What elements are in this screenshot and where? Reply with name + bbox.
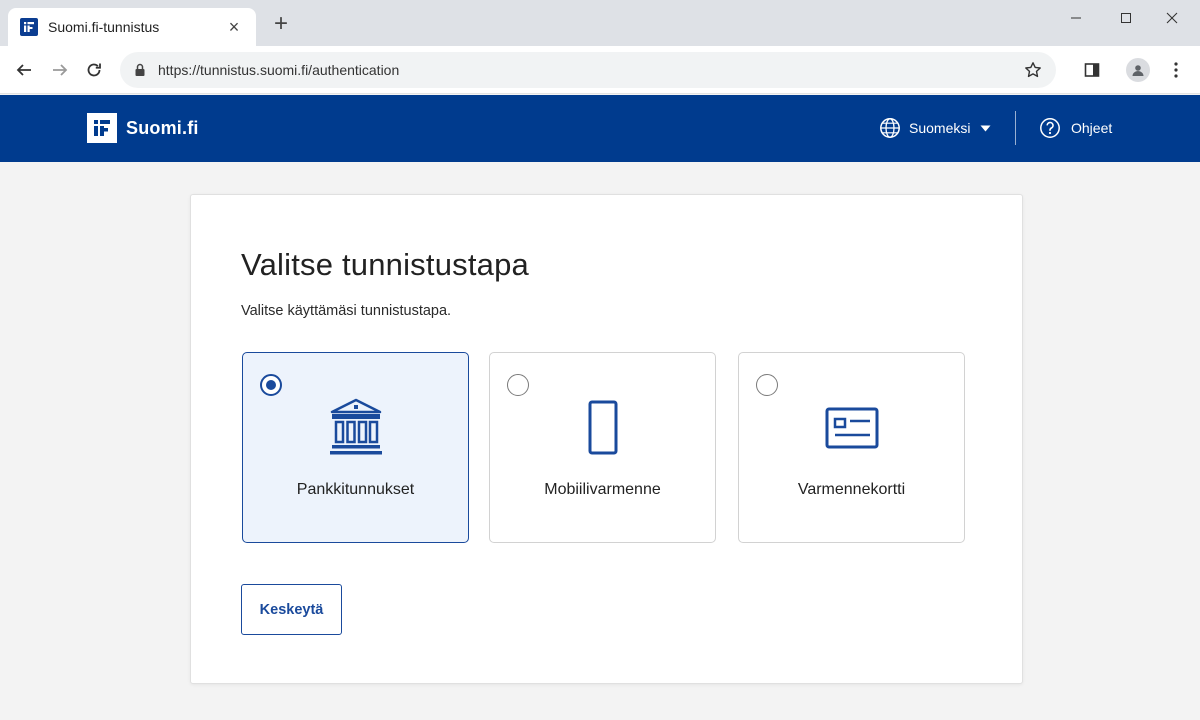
authentication-card: Valitse tunnistustapa Valitse käyttämäsi… (190, 194, 1023, 684)
help-label: Ohjeet (1071, 120, 1113, 136)
option-varmennekortti[interactable]: Varmennekortti (738, 352, 965, 543)
radio-button[interactable] (756, 374, 778, 396)
chevron-down-icon (980, 125, 991, 132)
globe-icon (879, 117, 901, 139)
page-subtitle: Valitse käyttämäsi tunnistustapa. (241, 303, 452, 319)
id-card-icon (739, 397, 964, 459)
back-arrow-icon[interactable] (12, 58, 36, 82)
suomi-fi-logo-icon (87, 113, 117, 143)
radio-button[interactable] (260, 374, 282, 396)
option-label: Pankkitunnukset (296, 481, 415, 498)
option-label: Varmennekortti (797, 481, 906, 498)
reload-icon[interactable] (82, 58, 106, 82)
page-title: Valitse tunnistustapa (241, 247, 529, 282)
header-divider (1015, 111, 1016, 145)
site-header: Suomi.fi Suomeksi Ohjeet (0, 95, 1200, 162)
side-panel-icon[interactable] (1080, 58, 1104, 82)
bookmark-star-icon[interactable] (1024, 61, 1042, 79)
forward-arrow-icon[interactable] (48, 58, 72, 82)
radio-button[interactable] (507, 374, 529, 396)
language-selector[interactable]: Suomeksi (879, 117, 991, 139)
brand-name: Suomi.fi (126, 117, 199, 138)
help-link[interactable]: Ohjeet (1039, 117, 1112, 139)
suomi-fi-favicon-icon (20, 18, 38, 36)
new-tab-plus-icon[interactable]: + (268, 12, 294, 38)
minimize-window-icon[interactable] (1056, 6, 1096, 30)
browser-tab[interactable]: Suomi.fi-tunnistus × (8, 8, 256, 46)
url-text[interactable]: https://tunnistus.suomi.fi/authenticatio… (158, 62, 1024, 78)
language-label: Suomeksi (909, 120, 971, 136)
lock-icon (134, 63, 146, 77)
mobile-phone-icon (490, 397, 715, 459)
maximize-window-icon[interactable] (1106, 6, 1146, 30)
close-window-icon[interactable] (1152, 6, 1192, 30)
browser-tab-bar: Suomi.fi-tunnistus × + (0, 0, 1200, 46)
suomi-fi-home-link[interactable]: Suomi.fi (87, 113, 199, 143)
tab-close-icon[interactable]: × (224, 17, 244, 38)
address-bar[interactable]: https://tunnistus.suomi.fi/authenticatio… (120, 52, 1056, 88)
browser-toolbar: https://tunnistus.suomi.fi/authenticatio… (0, 46, 1200, 94)
option-pankkitunnukset[interactable]: Pankkitunnukset (242, 352, 469, 543)
option-label: Mobiilivarmenne (544, 481, 661, 498)
cancel-button[interactable]: Keskeytä (241, 584, 342, 635)
browser-menu-icon[interactable] (1164, 58, 1188, 82)
tab-title: Suomi.fi-tunnistus (48, 19, 160, 35)
bank-icon (243, 397, 468, 459)
option-mobiilivarmenne[interactable]: Mobiilivarmenne (489, 352, 716, 543)
profile-avatar-icon[interactable] (1126, 58, 1150, 82)
question-mark-icon (1039, 117, 1061, 139)
